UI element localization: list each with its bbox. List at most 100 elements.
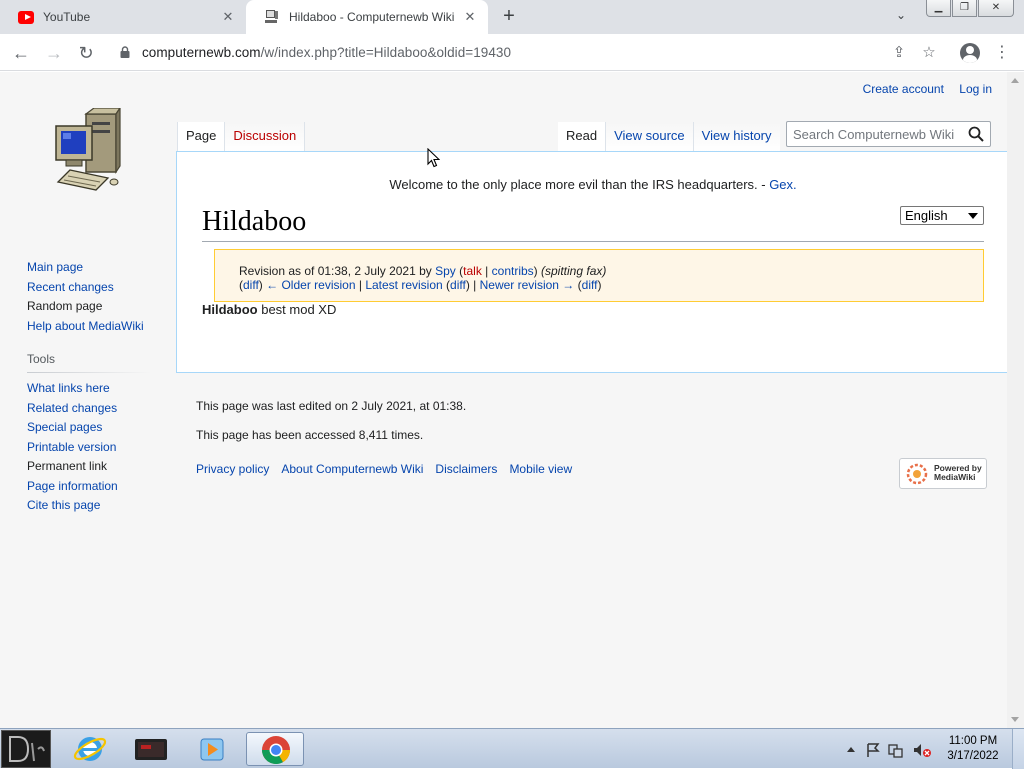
chrome-taskbar-icon[interactable] [246, 732, 304, 766]
search-icon[interactable] [968, 126, 984, 142]
tab-hildaboo[interactable]: Hildaboo - Computernewb Wiki ✕ [246, 0, 488, 34]
clock-date: 3/17/2022 [947, 750, 999, 762]
revision-prefix: Revision as of 01:38, 2 July 2021 by [239, 264, 436, 278]
sidebar-item-permanent-link[interactable]: Permanent link [27, 457, 157, 477]
url-text[interactable]: computernewb.com/w/index.php?title=Hilda… [142, 45, 511, 60]
address-bar[interactable]: computernewb.com/w/index.php?title=Hilda… [110, 38, 954, 67]
new-tab-button[interactable]: + [498, 6, 520, 28]
sidebar-item-related-changes[interactable]: Related changes [27, 399, 157, 419]
page-title: Hildaboo [202, 203, 984, 242]
reload-icon[interactable]: ↻ [74, 41, 98, 65]
revision-contribs-link[interactable]: contribs [492, 264, 534, 278]
latest-revision-link[interactable]: Latest revision [365, 278, 442, 292]
revision-info-box: Revision as of 01:38, 2 July 2021 by Spy… [214, 249, 984, 302]
tab-title: Hildaboo - Computernewb Wiki [289, 10, 455, 24]
footer-about-link[interactable]: About Computernewb Wiki [281, 462, 423, 476]
revision-line-2: (diff) ← Older revision | Latest revisio… [239, 278, 602, 292]
footer-last-edited: This page was last edited on 2 July 2021… [196, 399, 467, 413]
page-viewport: Create account Log in Main page Recent c… [0, 72, 1024, 728]
lock-icon[interactable] [120, 46, 130, 58]
sidebar-item-special-pages[interactable]: Special pages [27, 418, 157, 438]
footer-links: Privacy policy About Computernewb Wiki D… [196, 462, 584, 476]
close-window-icon[interactable]: ✕ [978, 0, 1014, 17]
media-app-icon[interactable] [125, 732, 177, 766]
diff-link[interactable]: diff [450, 278, 466, 292]
volume-muted-icon [914, 744, 921, 756]
footer-mobile-view-link[interactable]: Mobile view [509, 462, 572, 476]
media-player-icon[interactable] [186, 732, 238, 766]
article-bold-title: Hildaboo [202, 302, 258, 317]
log-in-link[interactable]: Log in [959, 82, 992, 96]
sidebar-item-recent-changes[interactable]: Recent changes [27, 278, 157, 298]
sidebar-item-page-information[interactable]: Page information [27, 477, 157, 497]
search-input[interactable]: Search Computernewb Wiki [786, 121, 991, 147]
content-area: Welcome to the only place more evil than… [176, 151, 1008, 373]
restore-icon[interactable]: ❐ [952, 0, 977, 17]
search-placeholder: Search Computernewb Wiki [793, 127, 955, 142]
close-tab-icon[interactable]: ✕ [462, 9, 478, 25]
article-text: best mod XD [257, 302, 337, 317]
start-button[interactable] [1, 730, 51, 768]
site-notice: Welcome to the only place more evil than… [177, 177, 1009, 192]
create-account-link[interactable]: Create account [863, 82, 944, 96]
sidebar-item-random-page[interactable]: Random page [27, 297, 157, 317]
system-tray [842, 741, 937, 759]
sidebar: Main page Recent changes Random page Hel… [27, 258, 157, 516]
wiki-logo-computer-icon[interactable] [50, 108, 124, 194]
tray-expand-icon [847, 747, 855, 752]
youtube-icon [18, 9, 34, 25]
diff-link[interactable]: diff [582, 278, 598, 292]
footer-view-count: This page has been accessed 8,411 times. [196, 428, 424, 442]
powered-by-mediawiki-badge[interactable]: Powered by MediaWiki [899, 458, 987, 489]
revision-talk-link[interactable]: talk [463, 264, 482, 278]
diff-link[interactable]: diff [243, 278, 259, 292]
tab-view-source[interactable]: View source [606, 122, 694, 152]
computer-icon [265, 10, 278, 23]
tab-view-history[interactable]: View history [693, 122, 780, 152]
sidebar-item-printable-version[interactable]: Printable version [27, 438, 157, 458]
footer-disclaimers-link[interactable]: Disclaimers [435, 462, 497, 476]
clock-time: 11:00 PM [948, 735, 998, 747]
tab-youtube[interactable]: YouTube ✕ [0, 0, 246, 34]
revision-user-link[interactable]: Spy [435, 264, 456, 278]
tools-heading: Tools [27, 351, 151, 373]
newer-revision-link[interactable]: Newer revision → [480, 278, 575, 292]
scroll-up-icon[interactable] [1011, 78, 1019, 83]
site-notice-link[interactable]: Gex. [769, 177, 796, 192]
forward-icon[interactable]: → [42, 41, 66, 65]
tab-search-icon[interactable]: ⌄ [896, 8, 906, 22]
article-body: Hildaboo best mod XD [202, 302, 336, 317]
browser-menu-icon[interactable]: ⋮ [992, 41, 1012, 65]
url-path: /w/index.php?title=Hildaboo&oldid=19430 [260, 45, 511, 60]
revision-line-1: Revision as of 01:38, 2 July 2021 by Spy… [239, 264, 607, 278]
share-icon[interactable]: ⇪ [890, 44, 908, 62]
footer-privacy-link[interactable]: Privacy policy [196, 462, 269, 476]
language-selected: English [905, 208, 948, 223]
personal-tools: Create account Log in [851, 82, 992, 96]
sidebar-item-cite-this-page[interactable]: Cite this page [27, 496, 157, 516]
show-desktop-button[interactable] [1012, 729, 1024, 769]
tab-read[interactable]: Read [558, 122, 607, 152]
scroll-down-icon[interactable] [1011, 717, 1019, 722]
browser-tab-strip: YouTube ✕ Hildaboo - Computernewb Wiki ✕… [0, 0, 1024, 34]
powered-by-text: Powered by MediaWiki [934, 464, 982, 482]
taskbar: 11:00 PM 3/17/2022 [0, 728, 1024, 769]
sidebar-item-main-page[interactable]: Main page [27, 258, 157, 278]
view-tabs: Read View source View history [558, 122, 780, 152]
language-select[interactable]: English [900, 206, 984, 225]
older-revision-link[interactable]: ← Older revision [266, 278, 355, 292]
sidebar-item-help[interactable]: Help about MediaWiki [27, 317, 157, 337]
taskbar-clock[interactable]: 11:00 PM 3/17/2022 [940, 734, 1006, 764]
internet-explorer-icon[interactable] [64, 732, 116, 766]
minimize-icon[interactable]: ▁ [926, 0, 951, 17]
profile-avatar-icon[interactable] [960, 43, 980, 63]
start-logo-icon [9, 736, 45, 762]
sidebar-item-what-links-here[interactable]: What links here [27, 379, 157, 399]
bookmark-star-icon[interactable]: ☆ [920, 44, 938, 62]
close-tab-icon[interactable]: ✕ [220, 9, 236, 25]
window-controls: ▁ ❐ ✕ [925, 0, 1014, 17]
tab-page[interactable]: Page [177, 122, 226, 152]
page-scrollbar[interactable] [1007, 72, 1024, 728]
back-icon[interactable]: ← [9, 41, 33, 65]
tab-discussion[interactable]: Discussion [225, 122, 306, 152]
